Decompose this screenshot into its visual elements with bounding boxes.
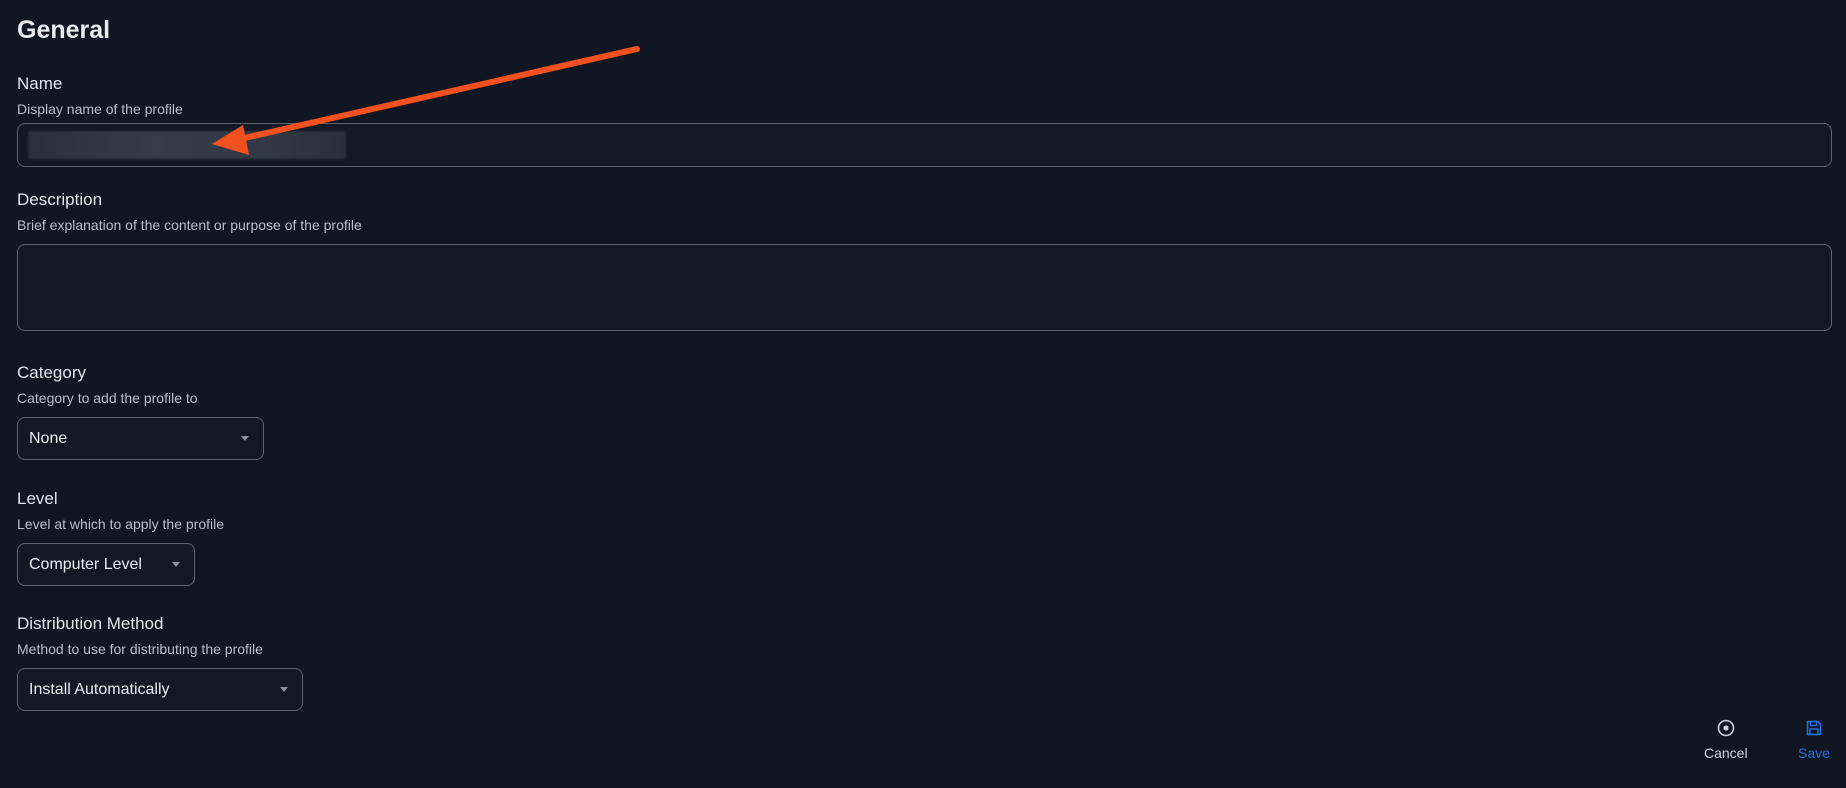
description-label: Description [17, 190, 103, 209]
floppy-disk-icon [1806, 720, 1822, 736]
distribution-select[interactable]: Install Automatically [17, 668, 303, 711]
profile-general-form: General Name Display name of the profile… [0, 0, 1846, 788]
level-help-text: Level at which to apply the profile [17, 516, 225, 532]
category-selected-value: None [29, 429, 68, 447]
chevron-down-icon [280, 687, 288, 692]
save-button[interactable]: Save [1798, 718, 1830, 761]
name-help-text: Display name of the profile [17, 101, 183, 117]
section-title: General [17, 16, 111, 44]
chevron-down-icon [241, 436, 249, 441]
save-label: Save [1798, 745, 1830, 761]
cancel-label: Cancel [1704, 745, 1748, 761]
distribution-help-text: Method to use for distributing the profi… [17, 641, 263, 657]
level-selected-value: Computer Level [29, 555, 142, 573]
description-textarea[interactable] [17, 244, 1832, 331]
distribution-label: Distribution Method [17, 614, 164, 633]
name-label: Name [17, 74, 63, 93]
category-label: Category [17, 363, 86, 382]
level-select[interactable]: Computer Level [17, 543, 195, 586]
description-help-text: Brief explanation of the content or purp… [17, 217, 362, 233]
cancel-button[interactable]: Cancel [1704, 718, 1748, 761]
level-label: Level [17, 489, 58, 508]
category-help-text: Category to add the profile to [17, 390, 198, 406]
category-select[interactable]: None [17, 417, 264, 460]
cancel-circle-icon [1717, 719, 1735, 737]
chevron-down-icon [172, 562, 180, 567]
distribution-selected-value: Install Automatically [29, 680, 170, 698]
redacted-name-value [28, 131, 346, 159]
